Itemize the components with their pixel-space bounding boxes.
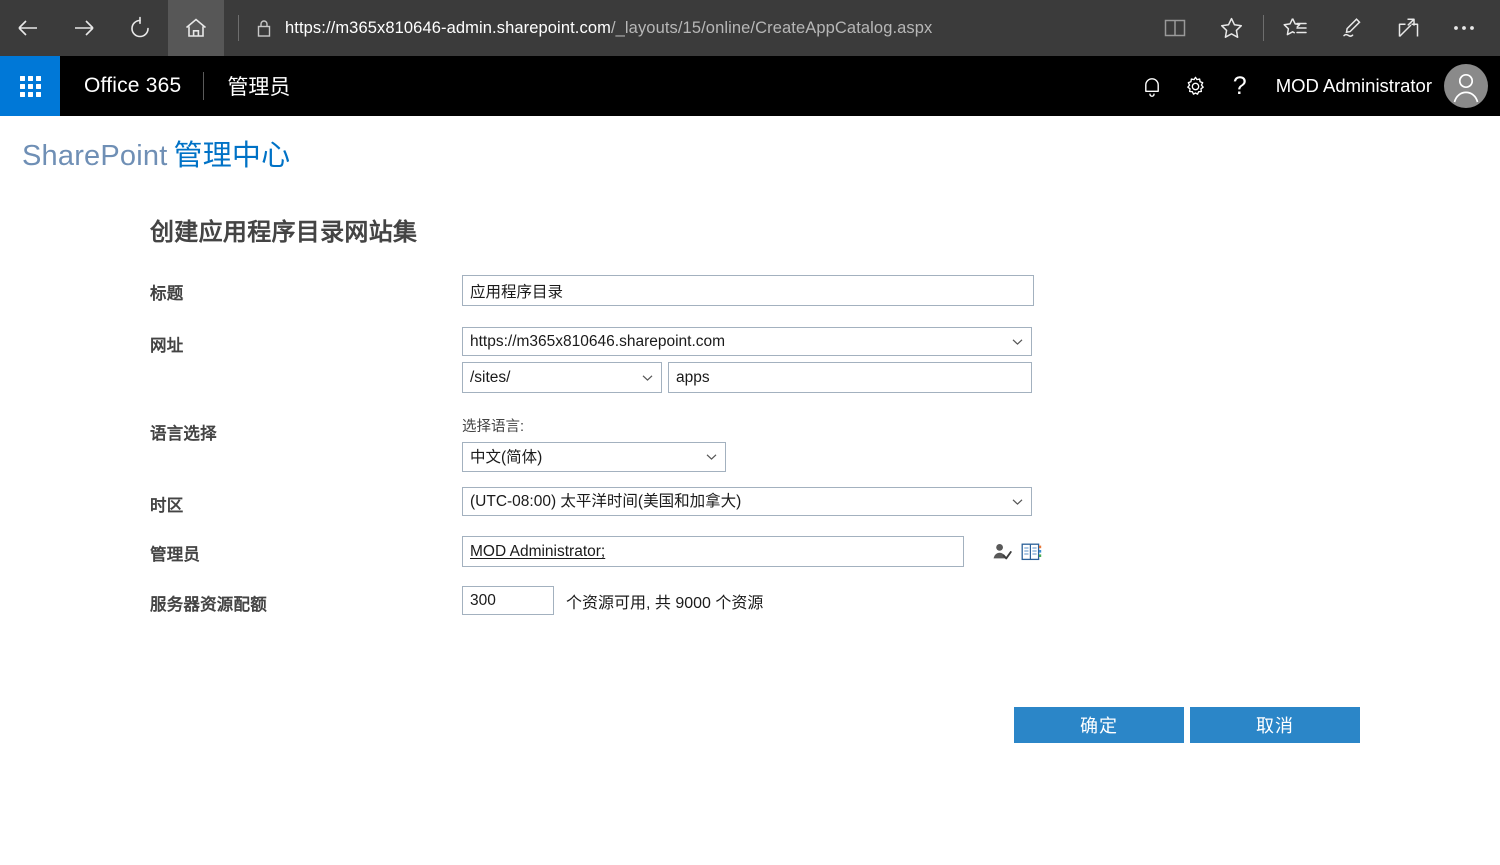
address-bar[interactable]: https://m365x810646-admin.sharepoint.com… [285, 19, 932, 38]
administrator-label: 管理员 [150, 536, 462, 565]
hub-favorites-icon[interactable] [1268, 0, 1324, 56]
administrator-resolved-value: MOD Administrator; [470, 543, 605, 561]
administrator-field-wrap: MOD Administrator; [462, 536, 1500, 567]
toolbar-divider-2 [1263, 15, 1264, 41]
form-row-administrator: 管理员 MOD Administrator; [150, 536, 1500, 567]
question-mark-icon[interactable]: ? [1218, 56, 1262, 116]
suite-actions: ? MOD Administrator [1130, 56, 1500, 116]
language-select[interactable]: 中文(简体) [462, 442, 726, 472]
lock-icon [255, 18, 273, 38]
language-sub-label: 选择语言: [462, 415, 1500, 436]
administrator-people-picker[interactable]: MOD Administrator; [462, 536, 964, 567]
form-row-title: 标题 [150, 275, 1500, 306]
url-host-select-wrap: https://m365x810646.sharepoint.com [462, 327, 1032, 356]
app-launcher-icon[interactable] [0, 56, 60, 116]
quota-label: 服务器资源配额 [150, 586, 462, 615]
suite-app-name[interactable]: 管理员 [204, 71, 290, 101]
url-path-select-wrap: /sites/ [462, 362, 662, 393]
url-host-select[interactable]: https://m365x810646.sharepoint.com [462, 327, 1032, 356]
language-select-wrap: 中文(简体) [462, 442, 726, 472]
url-host: https://m365x810646-admin.sharepoint.com [285, 19, 611, 37]
sharepoint-area-name: 管理中心 [168, 140, 291, 172]
form-actions: 确定 取消 [150, 707, 1500, 743]
favorite-star-icon[interactable] [1203, 0, 1259, 56]
url-path-row: /sites/ [462, 362, 1500, 393]
title-input[interactable] [462, 275, 1034, 306]
suite-brand[interactable]: Office 365 [60, 74, 203, 98]
quota-input[interactable] [462, 586, 554, 615]
refresh-button[interactable] [112, 0, 168, 56]
timezone-field-wrap: (UTC-08:00) 太平洋时间(美国和加拿大) [462, 487, 1500, 516]
title-label: 标题 [150, 275, 462, 304]
language-label: 语言选择 [150, 415, 462, 444]
quota-field-wrap: 个资源可用, 共 9000 个资源 [462, 586, 1500, 615]
ok-button[interactable]: 确定 [1014, 707, 1184, 743]
people-picker-actions [964, 542, 1042, 562]
toolbar-divider [238, 15, 239, 41]
timezone-label: 时区 [150, 487, 462, 516]
web-note-icon[interactable] [1324, 0, 1380, 56]
quota-row: 个资源可用, 共 9000 个资源 [462, 586, 1500, 615]
forward-button[interactable] [56, 0, 112, 56]
sharepoint-product-name: SharePoint [22, 140, 168, 172]
url-label: 网址 [150, 327, 462, 356]
form-row-quota: 服务器资源配额 个资源可用, 共 9000 个资源 [150, 586, 1500, 615]
share-icon[interactable] [1380, 0, 1436, 56]
url-path-select[interactable]: /sites/ [462, 362, 662, 393]
browser-actions [1147, 0, 1492, 56]
user-avatar-icon[interactable] [1444, 64, 1488, 108]
check-names-icon[interactable] [992, 542, 1013, 562]
timezone-select[interactable]: (UTC-08:00) 太平洋时间(美国和加拿大) [462, 487, 1032, 516]
sharepoint-brand[interactable]: SharePoint管理中心 [22, 132, 290, 174]
url-field-wrap: https://m365x810646.sharepoint.com /site… [462, 327, 1500, 393]
timezone-select-wrap: (UTC-08:00) 太平洋时间(美国和加拿大) [462, 487, 1032, 516]
cancel-button[interactable]: 取消 [1190, 707, 1360, 743]
language-field-wrap: 选择语言: 中文(简体) [462, 415, 1500, 472]
url-name-input[interactable] [668, 362, 1032, 393]
gear-icon[interactable] [1174, 56, 1218, 116]
bell-icon[interactable] [1130, 56, 1174, 116]
form-row-language: 语言选择 选择语言: 中文(简体) [150, 415, 1500, 472]
quota-note: 个资源可用, 共 9000 个资源 [554, 589, 763, 613]
address-book-icon[interactable] [1021, 542, 1042, 562]
reading-view-icon[interactable] [1147, 0, 1203, 56]
suite-bar: Office 365 管理员 ? MOD Administrator [0, 56, 1500, 116]
page-content: 创建应用程序目录网站集 标题 网址 https://m365x810646.sh… [0, 212, 1500, 743]
back-button[interactable] [0, 0, 56, 56]
page-title: 创建应用程序目录网站集 [150, 212, 1500, 247]
more-icon[interactable] [1436, 0, 1492, 56]
browser-toolbar: https://m365x810646-admin.sharepoint.com… [0, 0, 1500, 56]
sharepoint-header: SharePoint管理中心 [0, 116, 1500, 190]
home-button[interactable] [168, 0, 224, 56]
create-app-catalog-form: 标题 网址 https://m365x810646.sharepoint.com [150, 275, 1500, 615]
user-name[interactable]: MOD Administrator [1262, 75, 1444, 97]
url-path: /_layouts/15/online/CreateAppCatalog.asp… [611, 19, 932, 37]
form-row-timezone: 时区 (UTC-08:00) 太平洋时间(美国和加拿大) [150, 487, 1500, 516]
form-row-url: 网址 https://m365x810646.sharepoint.com /s… [150, 327, 1500, 393]
people-picker-row: MOD Administrator; [462, 536, 1500, 567]
title-field-wrap [462, 275, 1500, 306]
